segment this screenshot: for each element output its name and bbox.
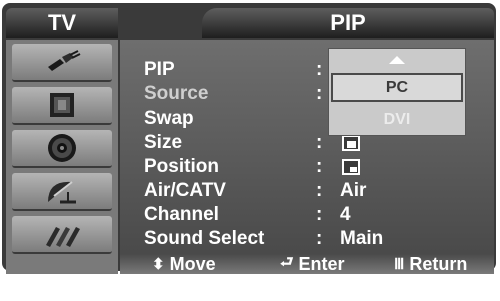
menu-row-value: 4 bbox=[340, 204, 351, 225]
menu-row-label: Position bbox=[144, 156, 219, 177]
move-hint: ⬍ Move bbox=[152, 253, 216, 274]
pip-position-icon bbox=[342, 159, 360, 175]
tv-screen: TV PIP PIP: Source: Swap Size: Positi… bbox=[0, 0, 500, 301]
menu-row-value: Air bbox=[340, 180, 367, 201]
sidebar-item-picture[interactable] bbox=[12, 87, 112, 125]
enter-icon: ⮐ bbox=[280, 253, 294, 271]
menu-row-label: Channel bbox=[144, 204, 219, 225]
pip-size-icon bbox=[342, 135, 360, 151]
dropdown-option-pc[interactable]: PC bbox=[331, 73, 463, 102]
menu-row-label: Source bbox=[144, 83, 209, 104]
menu-row-label: Swap bbox=[144, 108, 194, 129]
sidebar-item-sound[interactable] bbox=[12, 130, 112, 168]
menu-row-air-catv[interactable]: Air/CATV : Air bbox=[144, 179, 484, 203]
menu-row-position[interactable]: Position : bbox=[144, 155, 484, 179]
menu-row-value: Main bbox=[340, 228, 384, 249]
sidebar-item-input[interactable] bbox=[12, 44, 112, 82]
menu-row-channel[interactable]: Channel : 4 bbox=[144, 203, 484, 227]
up-down-arrows-icon: ⬍ bbox=[152, 256, 165, 273]
dropdown-option-dvi[interactable]: DVI bbox=[331, 105, 463, 134]
menu-row-label: Sound Select bbox=[144, 228, 265, 249]
footer-hints: ⬍ Move ⮐ Enter Ⅲ Return bbox=[120, 254, 494, 274]
tv-menu-tab[interactable]: TV bbox=[6, 8, 118, 38]
speaker-icon bbox=[48, 134, 76, 162]
osd-menu: TV PIP PIP: Source: Swap Size: Positi… bbox=[2, 3, 496, 274]
menu-row-sound-select[interactable]: Sound Select : Main bbox=[144, 227, 484, 251]
sidebar-item-channel[interactable] bbox=[12, 173, 112, 211]
sidebar bbox=[6, 40, 118, 274]
page-title: PIP bbox=[202, 8, 494, 38]
picture-icon bbox=[50, 93, 74, 117]
tv-input-plug-icon bbox=[48, 50, 81, 71]
menu-row-label: Air/CATV bbox=[144, 180, 226, 201]
enter-hint: ⮐ Enter bbox=[280, 254, 345, 274]
source-dropdown[interactable]: PC DVI bbox=[328, 48, 466, 136]
scroll-up-arrow-icon[interactable] bbox=[329, 49, 465, 71]
return-icon: Ⅲ bbox=[394, 256, 405, 273]
sidebar-item-setup[interactable] bbox=[12, 216, 112, 254]
cables-icon bbox=[46, 227, 80, 247]
menu-row-label: Size bbox=[144, 132, 183, 153]
menu-row-label: PIP bbox=[144, 59, 175, 80]
return-hint: Ⅲ Return bbox=[394, 253, 468, 274]
satellite-dish-icon bbox=[48, 181, 76, 204]
